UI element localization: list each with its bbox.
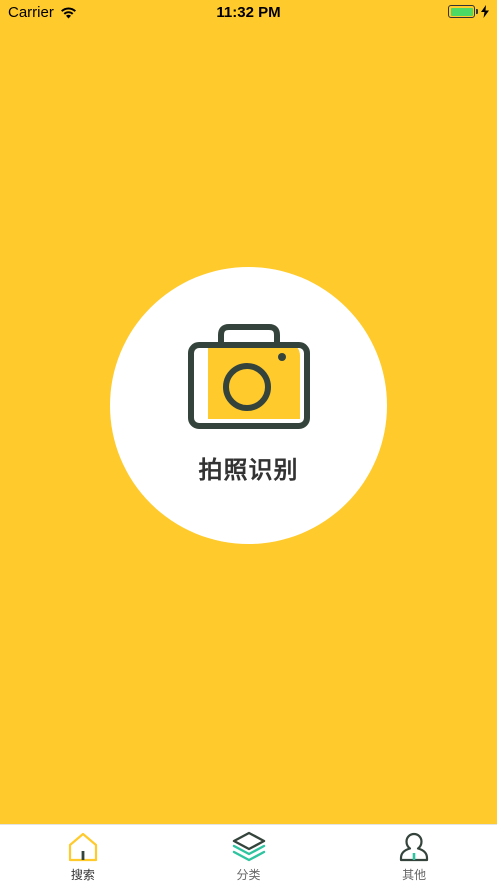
person-icon [400,832,429,862]
layers-icon [232,831,265,862]
tab-other-label: 其他 [402,868,427,882]
charging-bolt-icon [481,5,489,18]
camera-icon [188,324,310,429]
tab-category-label: 分类 [236,868,261,882]
tab-category[interactable]: 分类 [166,825,332,883]
photo-recognition-button[interactable]: 拍照识别 [110,267,387,544]
tab-search[interactable]: 搜索 [0,825,166,883]
status-bar: Carrier 11:32 PM [0,0,497,26]
photo-recognition-label: 拍照识别 [198,457,299,484]
tab-search-label: 搜索 [70,868,95,882]
tab-bar: 搜索 分类 其他 [0,824,497,883]
status-time: 11:32 PM [216,4,281,21]
tab-other[interactable]: 其他 [331,825,497,883]
app-screen: Carrier 11:32 PM 拍照识别 搜索 分类 其他 [0,0,497,883]
battery-icon [448,5,475,18]
battery-indicator [448,5,489,18]
home-icon [68,832,97,862]
